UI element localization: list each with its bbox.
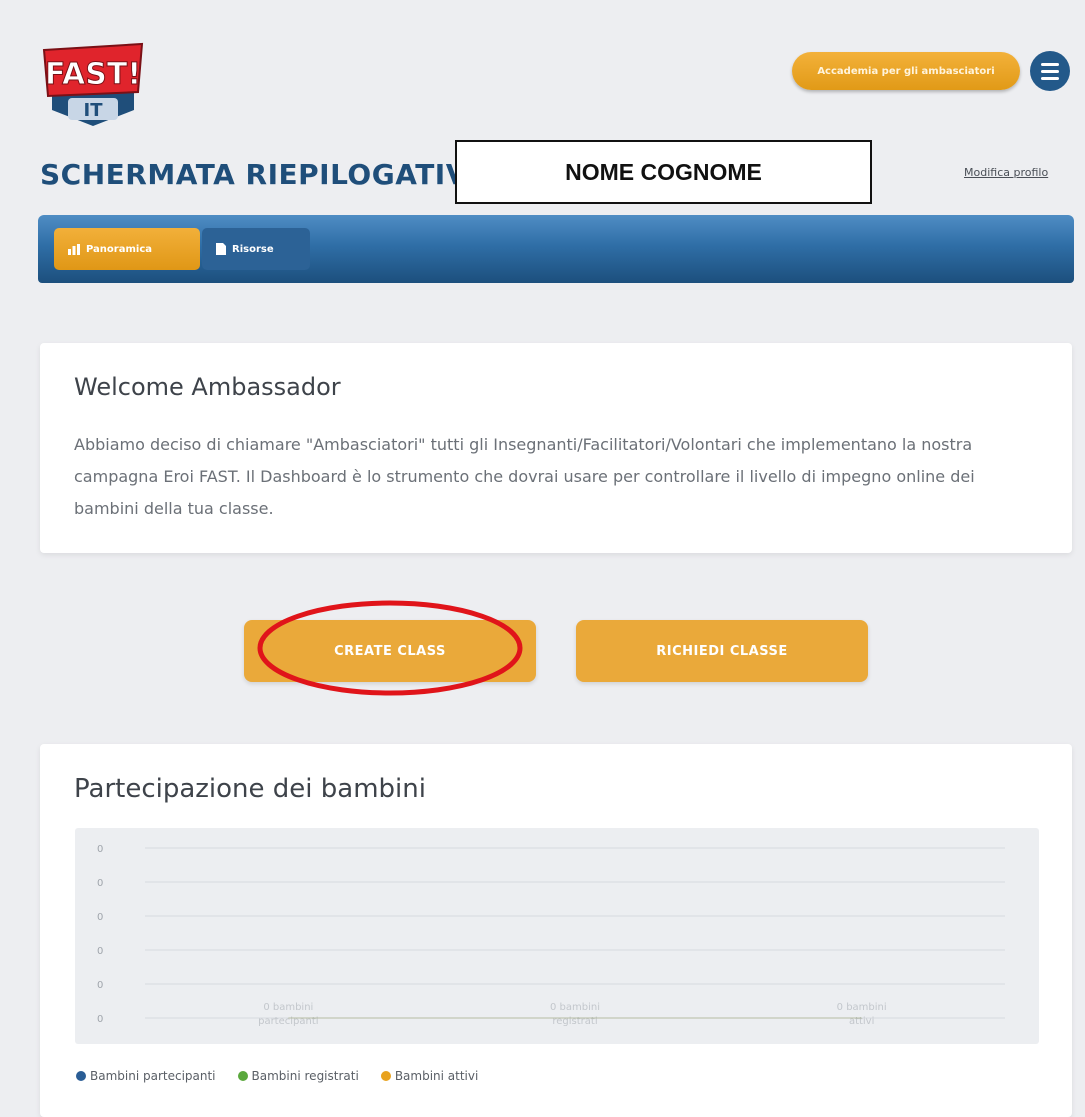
- hamburger-menu-icon[interactable]: [1030, 51, 1070, 91]
- welcome-text: Abbiamo deciso di chiamare "Ambasciatori…: [74, 435, 975, 518]
- participation-chart: 0000000 bambini partecipanti 0 bambini regi…: [75, 828, 1039, 1044]
- y-tick-label: 0: [97, 912, 103, 923]
- chart-legend: Bambini partecipanti Bambini registrati Ba…: [76, 1069, 478, 1083]
- logo-subtext: IT: [84, 100, 104, 121]
- legend-label: Bambini attivi: [394, 1069, 479, 1083]
- chart-title: Partecipazione dei bambini: [74, 774, 426, 804]
- chart-svg: 0000000 bambinipartecipanti0 bambiniregi…: [97, 844, 1005, 1027]
- logo-text: FAST!: [45, 57, 141, 92]
- fast-logo[interactable]: IT FAST!: [38, 40, 148, 130]
- x-tick-label: 0 bambini: [837, 1002, 887, 1013]
- page-title: SCHERMATA RIEPILOGATIVA: [40, 158, 489, 191]
- y-tick-label: 0: [97, 1014, 103, 1025]
- tab-panoramica[interactable]: Panoramica: [54, 228, 200, 270]
- chart-icon: [68, 243, 80, 255]
- y-tick-label: 0: [97, 946, 103, 957]
- welcome-card: Welcome Ambassador Abbiamo deciso di chi…: [40, 343, 1072, 553]
- y-tick-label: 0: [97, 878, 103, 889]
- y-tick-label: 0: [97, 844, 103, 855]
- user-name-box: NOME COGNOME: [455, 140, 872, 204]
- legend-item[interactable]: Bambini partecipanti: [76, 1069, 216, 1083]
- legend-dot-icon: [76, 1071, 86, 1081]
- x-tick-label: 0 bambini: [550, 1002, 600, 1013]
- welcome-title: Welcome Ambassador: [74, 373, 341, 401]
- legend-item[interactable]: Bambini attivi: [380, 1069, 479, 1083]
- tab-label: Panoramica: [86, 243, 153, 255]
- participation-card: Partecipazione dei bambini 0 0 0 0 0 0 0 bambi…: [40, 744, 1072, 1117]
- academy-button[interactable]: Accademia per gli ambasciatori: [792, 52, 1020, 90]
- x-tick-label: 0 bambini: [263, 1002, 313, 1013]
- main-nav-bar: Panoramica Risorse: [38, 215, 1074, 283]
- legend-item[interactable]: Bambini registrati: [237, 1069, 359, 1083]
- legend-dot-icon: [380, 1071, 391, 1081]
- legend-label: Bambini partecipanti: [90, 1069, 216, 1083]
- document-icon: [216, 243, 226, 255]
- tab-risorse[interactable]: Risorse: [202, 228, 310, 270]
- request-class-button[interactable]: RICHIEDI CLASSE: [576, 620, 868, 682]
- tab-label: Risorse: [232, 243, 274, 255]
- legend-dot-icon: [237, 1071, 248, 1081]
- y-tick-label: 0: [97, 980, 103, 991]
- create-class-button[interactable]: CREATE CLASS: [244, 620, 536, 682]
- legend-label: Bambini registrati: [251, 1069, 359, 1083]
- edit-profile-link[interactable]: Modifica profilo: [964, 166, 1048, 179]
